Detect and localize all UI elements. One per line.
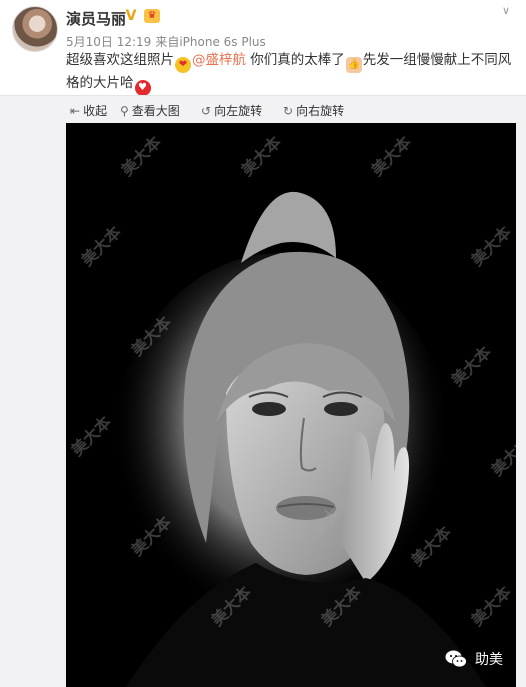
post-text-part1: 超级喜欢这组照片 bbox=[66, 52, 174, 68]
rotate-left-label: 向左旋转 bbox=[214, 104, 263, 118]
photo-area: 美大本 美大本 美大本 美大本 美大本 美大本 美大本 美大本 美大本 美大本 … bbox=[0, 123, 526, 687]
media-toolbar: ⇤ 收起 ⚲ 查看大图 ↺ 向左旋转 ↻ 向右旋转 bbox=[0, 95, 526, 124]
brand-label: 助美 bbox=[475, 652, 503, 668]
chevron-down-icon[interactable]: ∨ bbox=[502, 5, 512, 16]
collapse-button[interactable]: ⇤ 收起 bbox=[70, 102, 107, 119]
view-large-button[interactable]: ⚲ 查看大图 bbox=[120, 102, 180, 119]
post-meta: 5月10日 12:19 来自iPhone 6s Plus bbox=[66, 33, 270, 50]
rotate-left-button[interactable]: ↺ 向左旋转 bbox=[201, 102, 262, 119]
user-name[interactable]: 演员马丽 bbox=[66, 8, 126, 29]
wechat-brand: 助美 bbox=[445, 648, 503, 672]
source-prefix: 来自 bbox=[155, 35, 180, 49]
collapse-icon: ⇤ bbox=[70, 104, 81, 118]
mention-link[interactable]: @盛梓航 bbox=[192, 52, 246, 68]
wechat-icon bbox=[445, 650, 467, 668]
post-date[interactable]: 5月10日 12:19 bbox=[66, 35, 151, 49]
view-large-label: 查看大图 bbox=[131, 104, 180, 118]
rotate-right-label: 向右旋转 bbox=[296, 104, 345, 118]
rotate-right-button[interactable]: ↻ 向右旋转 bbox=[283, 102, 344, 119]
post-header: 演员马丽 V ♛ ∨ 5月10日 12:19 来自iPhone 6s Plus 超… bbox=[0, 0, 526, 96]
post-photo[interactable]: 美大本 美大本 美大本 美大本 美大本 美大本 美大本 美大本 美大本 美大本 … bbox=[66, 123, 516, 687]
vip-crown-icon[interactable]: ♛ bbox=[144, 9, 160, 23]
verified-icon: V bbox=[125, 8, 137, 24]
post-source[interactable]: iPhone 6s Plus bbox=[179, 35, 265, 49]
post-text: 超级喜欢这组照片 ❤ @盛梓航 你们真的太棒了 👍 先发一组慢慢献上不同风格的大片哈 ♥ bbox=[66, 50, 518, 96]
portrait-image bbox=[66, 123, 516, 687]
avatar[interactable] bbox=[12, 6, 58, 52]
heart-icon: ♥ bbox=[134, 80, 151, 96]
collapse-label: 收起 bbox=[83, 104, 108, 118]
search-icon: ⚲ bbox=[120, 104, 129, 118]
post-text-part2: 你们真的太棒了 bbox=[246, 52, 345, 68]
rotate-right-icon: ↻ bbox=[283, 104, 294, 118]
thumbs-up-icon: 👍 bbox=[345, 57, 362, 73]
heart-eyes-icon: ❤ bbox=[175, 57, 191, 73]
rotate-left-icon: ↺ bbox=[201, 104, 212, 118]
